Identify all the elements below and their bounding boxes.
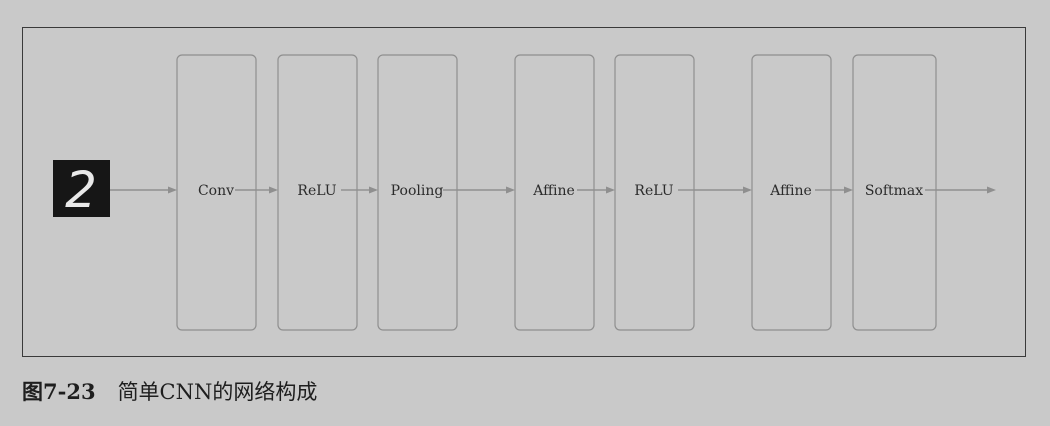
arrow-head-icon: [369, 186, 378, 194]
layer-label-relu-1: ReLU: [297, 183, 336, 199]
layer-label-conv: Conv: [198, 183, 234, 199]
arrow-head-icon: [844, 186, 853, 194]
layer-label-softmax: Softmax: [865, 183, 923, 199]
cnn-diagram: 2 Conv ReLU Pooling Affine ReLU Affine S…: [53, 54, 996, 331]
input-digit-glyph: 2: [65, 161, 97, 219]
layer-label-pooling: Pooling: [391, 183, 444, 199]
figure-caption: 图7-23 简单CNN的网络构成: [22, 376, 317, 406]
figure-title: 简单CNN的网络构成: [117, 380, 318, 404]
arrow-head-icon: [606, 186, 615, 194]
layer-label-relu-2: ReLU: [634, 183, 673, 199]
arrow-head-icon: [168, 186, 177, 194]
layer-label-affine-2: Affine: [769, 183, 812, 199]
figure-number: 图7-23: [22, 379, 96, 404]
arrow-head-icon: [743, 186, 752, 194]
arrow-head-icon: [506, 186, 515, 194]
layer-label-affine-1: Affine: [532, 183, 575, 199]
arrow-head-icon: [987, 186, 996, 194]
arrow-head-icon: [269, 186, 278, 194]
